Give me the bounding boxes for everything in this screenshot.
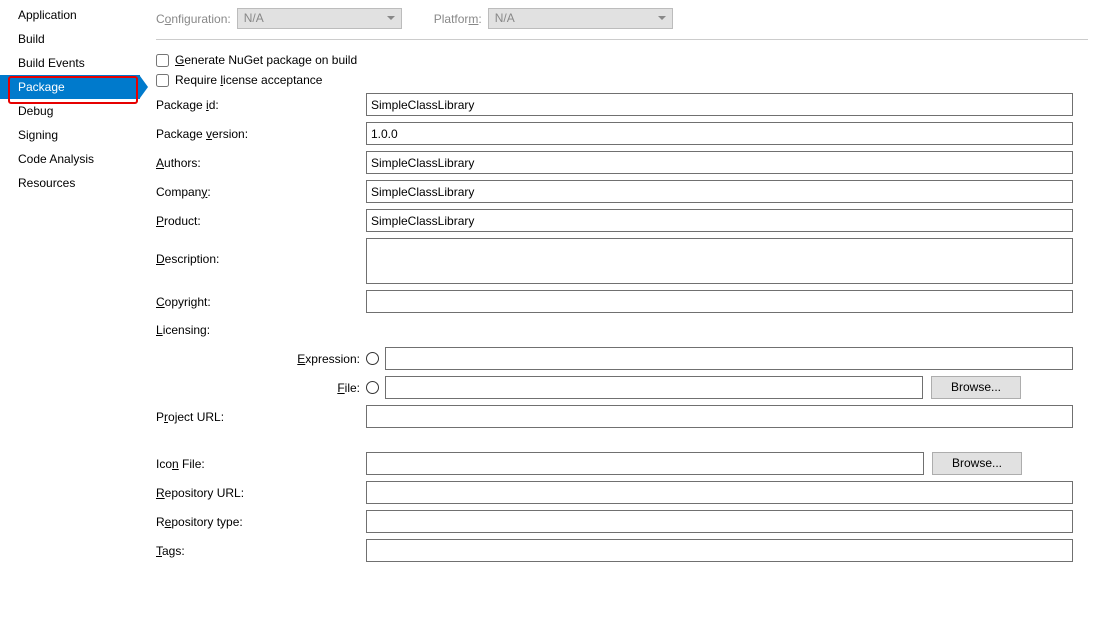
company-input[interactable] xyxy=(366,180,1073,203)
copyright-label: Copyright: xyxy=(156,295,366,309)
project-url-label: Project URL: xyxy=(156,410,366,424)
icon-file-input[interactable] xyxy=(366,452,924,475)
repo-url-input[interactable] xyxy=(366,481,1073,504)
configuration-label: Configuration: xyxy=(156,12,231,26)
product-label: Product: xyxy=(156,214,366,228)
browse-file-button[interactable]: Browse... xyxy=(931,376,1021,399)
package-id-input[interactable] xyxy=(366,93,1073,116)
require-license-label: Require license acceptance xyxy=(175,73,322,87)
sidebar-item-debug[interactable]: Debug xyxy=(0,99,140,123)
sidebar-item-build-events[interactable]: Build Events xyxy=(0,51,140,75)
main-panel: Configuration: N/A Platform: N/A Generat… xyxy=(140,0,1104,628)
tags-label: Tags: xyxy=(156,544,366,558)
sidebar-item-resources[interactable]: Resources xyxy=(0,171,140,195)
sidebar-item-build[interactable]: Build xyxy=(0,27,140,51)
sidebar-item-signing[interactable]: Signing xyxy=(0,123,140,147)
repo-type-input[interactable] xyxy=(366,510,1073,533)
file-label: File: xyxy=(156,381,366,395)
package-id-label: Package id: xyxy=(156,98,366,112)
expression-radio[interactable] xyxy=(366,352,379,365)
file-radio[interactable] xyxy=(366,381,379,394)
authors-input[interactable] xyxy=(366,151,1073,174)
company-label: Company: xyxy=(156,185,366,199)
config-bar: Configuration: N/A Platform: N/A xyxy=(156,8,1088,40)
repo-type-label: Repository type: xyxy=(156,515,366,529)
require-license-checkbox[interactable] xyxy=(156,74,169,87)
chevron-down-icon xyxy=(658,16,666,20)
icon-file-label: Icon File: xyxy=(156,457,366,471)
description-input[interactable] xyxy=(366,238,1073,284)
description-label: Description: xyxy=(156,238,366,266)
platform-label: Platform: xyxy=(434,12,482,26)
sidebar: Application Build Build Events Package D… xyxy=(0,0,140,628)
licensing-label: Licensing: xyxy=(156,323,366,337)
chevron-down-icon xyxy=(387,16,395,20)
package-version-input[interactable] xyxy=(366,122,1073,145)
copyright-input[interactable] xyxy=(366,290,1073,313)
sidebar-item-code-analysis[interactable]: Code Analysis xyxy=(0,147,140,171)
repo-url-label: Repository URL: xyxy=(156,486,366,500)
expression-input[interactable] xyxy=(385,347,1073,370)
platform-dropdown: N/A xyxy=(488,8,673,29)
generate-package-label: Generate NuGet package on build xyxy=(175,53,357,67)
generate-package-checkbox[interactable] xyxy=(156,54,169,67)
package-version-label: Package version: xyxy=(156,127,366,141)
sidebar-item-package[interactable]: Package xyxy=(0,75,140,99)
file-input[interactable] xyxy=(385,376,923,399)
authors-label: Authors: xyxy=(156,156,366,170)
browse-icon-button[interactable]: Browse... xyxy=(932,452,1022,475)
product-input[interactable] xyxy=(366,209,1073,232)
configuration-dropdown: N/A xyxy=(237,8,402,29)
project-url-input[interactable] xyxy=(366,405,1073,428)
form-scroll-area[interactable]: Generate NuGet package on build Require … xyxy=(156,50,1088,610)
expression-label: Expression: xyxy=(156,352,366,366)
sidebar-item-application[interactable]: Application xyxy=(0,3,140,27)
tags-input[interactable] xyxy=(366,539,1073,562)
